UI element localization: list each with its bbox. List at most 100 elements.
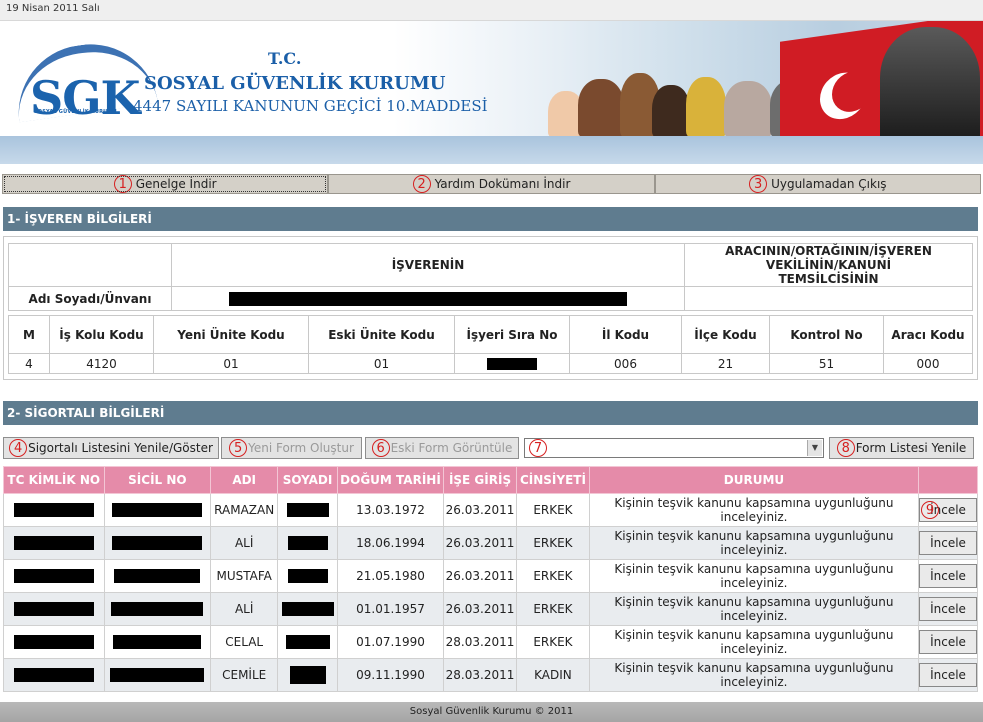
header-banner: SGK SOSYAL GÜVENLİK KURUMU T.C. SOSYAL G… [0,21,983,136]
soyadi-cell [277,592,338,626]
redacted-soyadi [287,536,328,551]
marker-9: 9 [921,501,939,519]
sicil-cell [103,526,212,560]
col-kontrol-no: Kontrol No [769,315,884,354]
durum-cell: Kişinin teşvik kanunu kapsamına uygunluğ… [588,526,920,560]
durum-cell: Kişinin teşvik kanunu kapsamına uygunluğ… [588,658,920,692]
refresh-insured-list-button[interactable]: 4 Sigortalı Listesini Yenile/Göster [3,437,219,459]
col-m: M [8,315,50,354]
th-cinsiyeti: CİNSİYETİ [515,466,590,494]
cinsiyet-cell: KADIN [515,658,590,692]
soyadi-cell [277,625,338,659]
marker-2: 2 [412,175,431,193]
refresh-form-list-button[interactable]: 8 Form Listesi Yenile [829,437,974,459]
dogum-cell: 13.03.1972 [336,493,445,527]
sicil-cell [103,625,212,659]
table-row: RAMAZAN 13.03.1972 26.03.2011 ERKEK Kişi… [3,493,978,527]
representative-name-value [684,286,973,311]
redacted-sira-no [487,358,537,370]
redacted-soyadi [281,602,334,617]
durum-cell: Kişinin teşvik kanunu kapsamına uygunluğ… [588,493,920,527]
employer-name-table: İŞVERENİN ARACININ/ORTAĞININ/İŞVEREN VEK… [8,243,973,311]
table-row: CELAL 01.07.1990 28.03.2011 ERKEK Kişini… [3,625,978,659]
val-m: 4 [8,353,50,374]
employer-section-header: 1- İŞVEREN BİLGİLERİ [3,207,978,231]
th-dogum-tarihi: DOĞUM TARİHİ [336,466,445,494]
form-select[interactable]: 7 ▼ [524,438,824,458]
exit-app-label: Uygulamadan Çıkış [771,177,887,191]
incele-button[interactable]: İncele [919,630,977,654]
sicil-cell [103,493,212,527]
dogum-cell: 01.07.1990 [336,625,445,659]
incele-button[interactable]: İncele [919,531,977,555]
tc-cell [3,559,105,593]
download-help-label: Yardım Dokümanı İndir [434,177,571,191]
th-tc-kimlik: TC KİMLİK NO [3,466,105,494]
employer-header: İŞVERENİN [171,243,685,287]
redacted-tc [13,635,94,650]
redacted-sicil [113,635,202,650]
val-il-kodu: 006 [569,353,682,374]
ise-giris-cell: 26.03.2011 [443,493,517,527]
view-old-form-button[interactable]: 6 Eski Form Görüntüle [365,437,519,459]
action-cell: İncele [918,526,978,560]
redacted-sicil [110,668,205,683]
durum-cell: Kişinin teşvik kanunu kapsamına uygunluğ… [588,559,920,593]
dogum-cell: 01.01.1957 [336,592,445,626]
incele-button[interactable]: İncele [919,663,977,687]
incele-button[interactable]: İncele [919,564,977,588]
th-sicil-no: SİCİL NO [103,466,212,494]
employer-name-value [171,286,685,311]
adi-cell: ALİ [210,592,279,626]
incele-button[interactable]: İncele [919,597,977,621]
ise-giris-cell: 26.03.2011 [443,592,517,626]
soyadi-cell [277,559,338,593]
col-araci-kodu: Aracı Kodu [883,315,973,354]
new-form-button[interactable]: 5 Yeni Form Oluştur [221,437,362,459]
col-isyeri-sira-no: İşyeri Sıra No [454,315,570,354]
employer-codes-table: M İş Kolu Kodu Yeni Ünite Kodu Eski Ünit… [8,315,973,374]
exit-app-button[interactable]: 3 Uygulamadan Çıkış [654,174,981,194]
table-row: ALİ 18.06.1994 26.03.2011 ERKEK Kişinin … [3,526,978,560]
banner-strip [0,136,983,164]
employer-panel: İŞVERENİN ARACININ/ORTAĞININ/İŞVEREN VEK… [3,236,978,380]
redacted-tc [13,569,94,584]
sicil-cell [103,658,212,692]
table-row: MUSTAFA 21.05.1980 26.03.2011 ERKEK Kişi… [3,559,978,593]
col-ilce-kodu: İlçe Kodu [681,315,770,354]
download-help-button[interactable]: 2 Yardım Dokümanı İndir [328,174,655,194]
action-cell: İncele [918,625,978,659]
dogum-cell: 09.11.1990 [336,658,445,692]
action-cell: 9 İncele [918,493,978,527]
soyadi-cell [277,493,338,527]
marker-7: 7 [529,439,547,457]
banner-tc: T.C. [268,49,302,68]
main-nav: 1 Genelge İndir 2 Yardım Dokümanı İndir … [2,174,981,196]
sgk-logo-subtext: SOSYAL GÜVENLİK KURUMU [34,109,117,115]
table-row: CEMİLE 09.11.1990 28.03.2011 KADIN Kişin… [3,658,978,692]
representative-header: ARACININ/ORTAĞININ/İŞVEREN VEKİLİNİN/KAN… [684,243,973,287]
soyadi-cell [277,526,338,560]
banner-org-name: SOSYAL GÜVENLİK KURUMU [144,73,446,94]
ise-giris-cell: 28.03.2011 [443,625,517,659]
download-circular-button[interactable]: 1 Genelge İndir [2,174,329,194]
redacted-tc [13,503,94,518]
val-araci-kodu: 000 [883,353,973,374]
dogum-cell: 18.06.1994 [336,526,445,560]
col-is-kolu-kodu: İş Kolu Kodu [49,315,154,354]
adi-cell: MUSTAFA [210,559,279,593]
val-eski-unite-kodu: 01 [308,353,455,374]
marker-6: 6 [371,439,390,457]
th-ise-giris: İŞE GİRİŞ [443,466,517,494]
redacted-sicil [111,602,204,617]
chevron-down-icon[interactable]: ▼ [807,440,822,456]
cinsiyet-cell: ERKEK [515,592,590,626]
marker-3: 3 [749,175,768,193]
cinsiyet-cell: ERKEK [515,559,590,593]
insured-table: TC KİMLİK NO SİCİL NO ADI SOYADI DOĞUM T… [3,466,978,692]
current-date: 19 Nisan 2011 Salı [6,3,100,14]
insured-section-header: 2- SİGORTALI BİLGİLERİ [3,401,978,425]
refresh-form-list-label: Form Listesi Yenile [855,441,967,455]
val-ilce-kodu: 21 [681,353,770,374]
cinsiyet-cell: ERKEK [515,625,590,659]
